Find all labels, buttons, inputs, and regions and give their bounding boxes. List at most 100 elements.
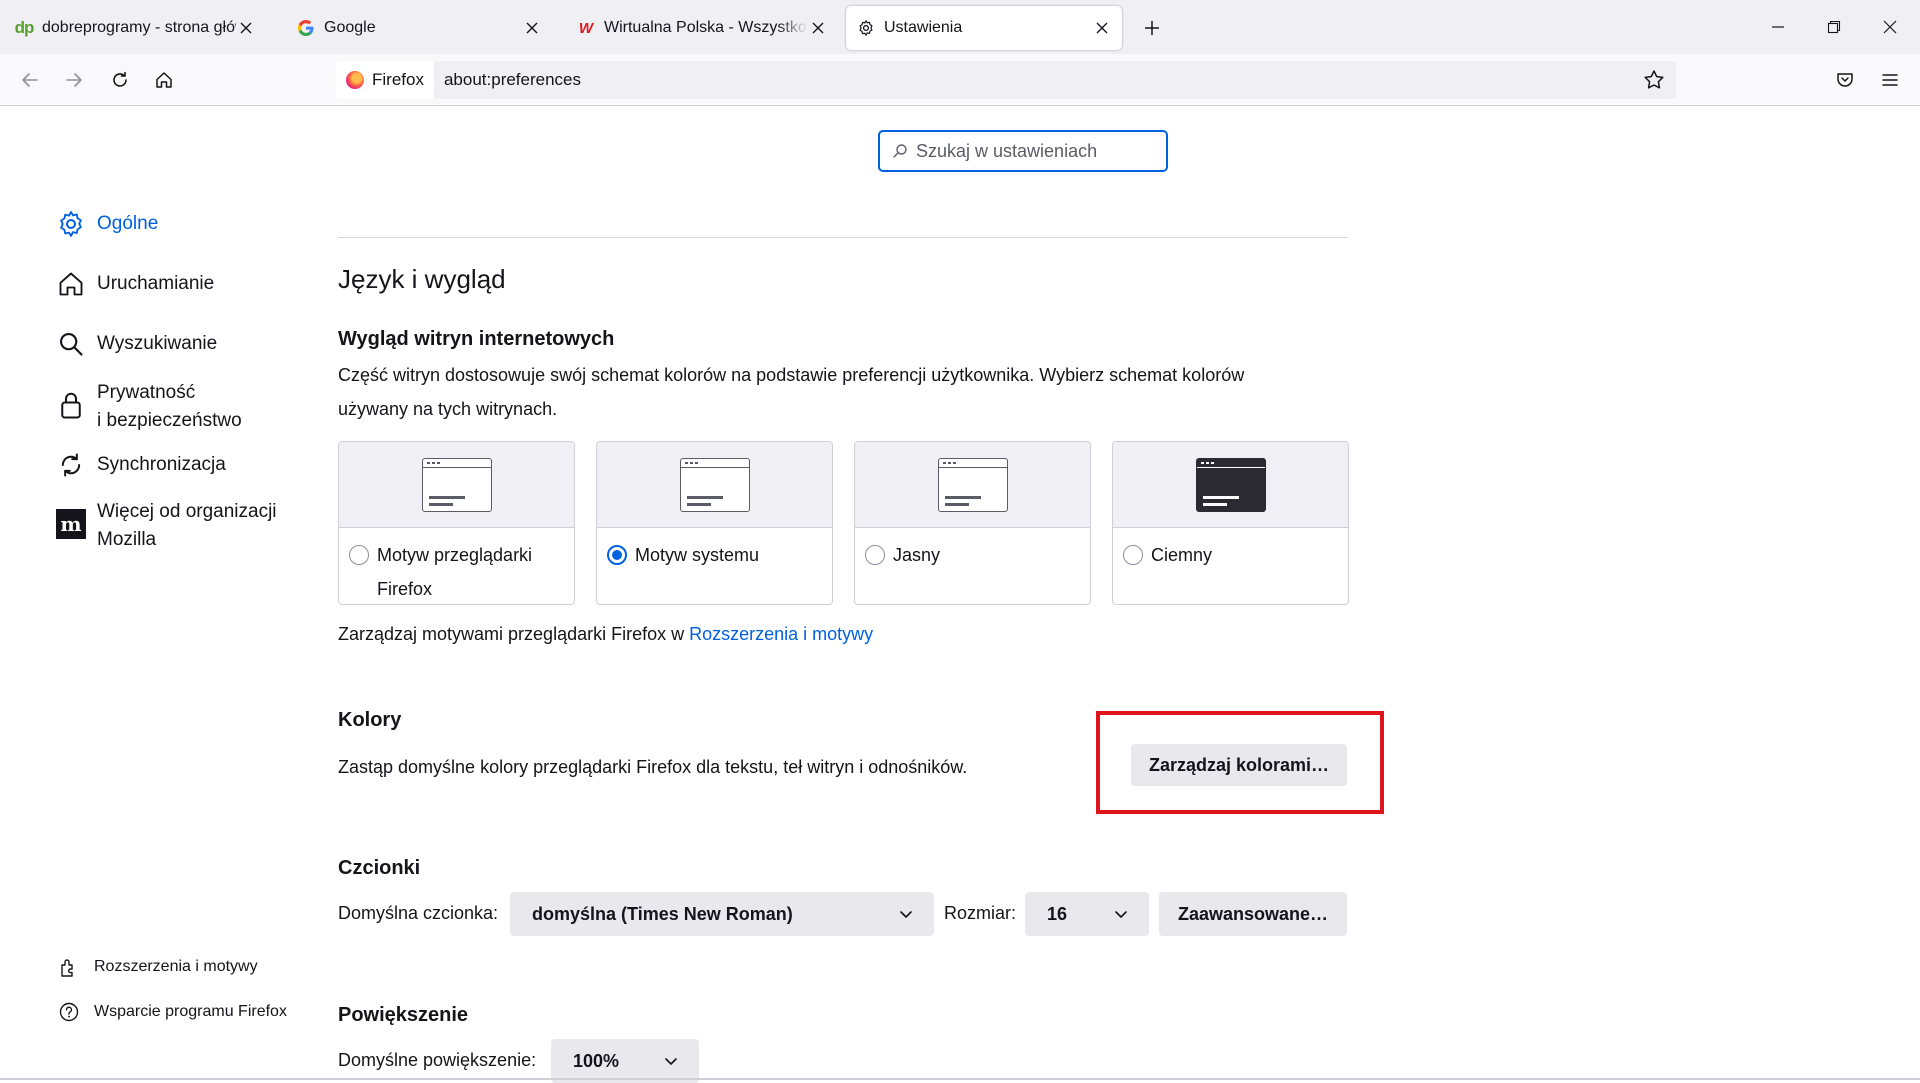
identity-box[interactable]: Firefox (336, 61, 434, 99)
theme-label-text: Jasny (893, 545, 941, 565)
fonts-heading: Czcionki (338, 857, 421, 879)
advanced-fonts-button[interactable]: Zaawansowane… (1159, 892, 1347, 936)
theme-label-text: Motyw przeglądarki Firefox (377, 538, 532, 604)
home-icon (156, 72, 172, 88)
window-preview-icon (421, 457, 492, 512)
close-icon[interactable] (522, 18, 542, 38)
tab-dobreprogramy[interactable]: dp dobreprogramy - strona główna (4, 6, 266, 50)
sidebar-item-privacy[interactable]: Prywatność i bezpieczeństwo (55, 379, 242, 435)
footer-link-label: Rozszerzenia i motywy (94, 958, 258, 975)
mozilla-icon: m (55, 508, 87, 540)
minimize-button[interactable] (1750, 0, 1806, 54)
sidebar-extensions-link[interactable]: Rozszerzenia i motywy (58, 956, 258, 978)
tab-strip: dp dobreprogramy - strona główna Google … (0, 0, 1920, 54)
radio-button[interactable] (865, 545, 885, 565)
sidebar-item-label: Ogólne (97, 213, 159, 234)
radio-button-selected[interactable] (607, 545, 627, 565)
default-font-select[interactable]: domyślna (Times New Roman) (510, 892, 934, 936)
radio-button[interactable] (349, 545, 369, 565)
sidebar-item-sync[interactable]: Synchronizacja (55, 451, 226, 481)
new-tab-button[interactable] (1138, 14, 1166, 42)
select-value: domyślna (Times New Roman) (532, 903, 793, 924)
tab-title: Ustawienia (884, 19, 963, 36)
close-icon (1883, 20, 1897, 34)
theme-label: Ciemny (1113, 528, 1348, 572)
search-icon (893, 144, 907, 158)
theme-label-text: Motyw systemu (635, 545, 760, 565)
radio-button[interactable] (1123, 545, 1143, 565)
arrow-right-icon (66, 73, 82, 87)
tab-google[interactable]: Google (286, 6, 552, 50)
label-line: Firefox (377, 579, 433, 599)
appearance-heading: Wygląd witryn internetowych (338, 328, 615, 350)
theme-option-firefox[interactable]: Motyw przeglądarki Firefox (338, 441, 575, 605)
default-font-label: Domyślna czcionka: (338, 903, 499, 923)
sidebar-item-label: Uruchamianie (97, 273, 215, 294)
theme-label: Jasny (855, 528, 1090, 572)
navigation-toolbar: Firefox about:preferences (0, 54, 1920, 106)
section-title: Język i wygląd (338, 264, 506, 294)
close-icon[interactable] (808, 18, 828, 38)
colors-heading: Kolory (338, 709, 402, 731)
forward-button[interactable] (56, 62, 92, 98)
chevron-down-icon (665, 1058, 677, 1065)
zoom-heading: Powiększenie (338, 1004, 469, 1026)
url-text[interactable]: about:preferences (444, 70, 581, 90)
minimize-icon (1772, 26, 1784, 28)
window-preview-icon (937, 457, 1008, 512)
pocket-button[interactable] (1827, 62, 1863, 98)
theme-preview (597, 442, 832, 528)
sidebar-item-label: Wyszukiwanie (97, 333, 218, 354)
puzzle-icon (58, 956, 80, 978)
reload-button[interactable] (102, 62, 138, 98)
restore-button[interactable] (1806, 0, 1862, 54)
theme-option-system[interactable]: Motyw systemu (596, 441, 833, 605)
sidebar-item-search[interactable]: Wyszukiwanie (55, 330, 217, 360)
sidebar-item-label: Więcej od organizacji Mozilla (97, 498, 277, 554)
settings-search[interactable] (878, 130, 1168, 172)
font-size-select[interactable]: 16 (1025, 892, 1149, 936)
sidebar-item-label: Prywatność i bezpieczeństwo (97, 379, 242, 435)
default-zoom-select[interactable]: 100% (551, 1039, 699, 1083)
google-icon (296, 18, 316, 38)
sidebar-item-label: Synchronizacja (97, 454, 226, 475)
sidebar-item-startup[interactable]: Uruchamianie (55, 270, 214, 300)
description-line: używany na tych witrynach. (338, 399, 558, 419)
close-window-button[interactable] (1862, 0, 1918, 54)
label-line: Więcej od organizacji (97, 501, 277, 522)
theme-option-light[interactable]: Jasny (854, 441, 1091, 605)
arrow-left-icon (22, 73, 38, 87)
chevron-down-icon (900, 911, 912, 918)
wp-icon: W (578, 19, 594, 37)
identity-label: Firefox (372, 70, 424, 89)
home-button[interactable] (146, 62, 182, 98)
sidebar-support-link[interactable]: Wsparcie programu Firefox (58, 1001, 287, 1023)
theme-preview (1113, 442, 1348, 528)
menu-button[interactable] (1872, 62, 1908, 98)
chevron-down-icon (1115, 911, 1127, 918)
sidebar-item-general[interactable]: Ogólne (55, 210, 158, 240)
home-icon (55, 268, 87, 300)
close-icon[interactable] (236, 18, 256, 38)
svg-text:m: m (60, 512, 81, 536)
back-button[interactable] (12, 62, 48, 98)
theme-option-dark[interactable]: Ciemny (1112, 441, 1349, 605)
close-icon[interactable] (1092, 18, 1112, 38)
search-input[interactable] (916, 140, 1156, 162)
theme-label: Motyw systemu (597, 528, 832, 572)
lock-icon (55, 389, 87, 421)
tab-wirtualna-polska[interactable]: W Wirtualna Polska - Wszystko co (566, 6, 838, 50)
firefox-icon (346, 71, 364, 89)
window-preview-icon (679, 457, 750, 512)
select-value: 16 (1047, 903, 1068, 924)
sync-icon (55, 449, 87, 481)
url-bar[interactable]: Firefox about:preferences (336, 61, 1676, 99)
plus-icon (1145, 21, 1159, 35)
sidebar-item-mozilla[interactable]: m Więcej od organizacji Mozilla (55, 498, 277, 554)
star-icon[interactable] (1642, 68, 1666, 92)
section-divider (338, 237, 1348, 238)
tab-ustawienia[interactable]: Ustawienia (846, 6, 1122, 50)
gear-icon (856, 18, 876, 38)
theme-label: Motyw przeglądarki Firefox (339, 528, 574, 604)
extensions-themes-link[interactable]: Rozszerzenia i motywy (689, 624, 873, 644)
